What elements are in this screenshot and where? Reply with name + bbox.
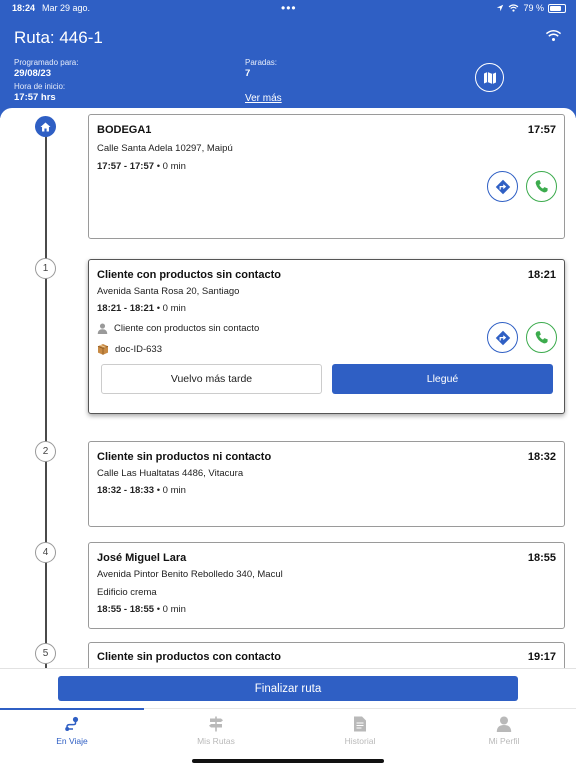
status-bar: 18:24 Mar 29 ago. ••• 79 %: [0, 0, 576, 18]
scheduled-label: Programado para:: [14, 58, 79, 67]
person-icon: [496, 716, 512, 732]
tab-label: Mi Perfil: [488, 736, 520, 746]
range-value: 18:32 - 18:33: [97, 485, 155, 496]
tab-mi-perfil[interactable]: Mi Perfil: [432, 709, 576, 754]
document-icon: [354, 716, 366, 732]
stop-card[interactable]: Cliente sin productos con contacto 19:17: [88, 642, 565, 668]
duration-value: • 0 min: [156, 161, 186, 172]
stop-name: Cliente sin productos con contacto: [97, 651, 281, 663]
contact-line: Cliente con productos sin contacto: [97, 323, 259, 334]
bottom-bar: Finalizar ruta En Viaje Mis Rutas Histor…: [0, 668, 576, 768]
status-date: Mar 29 ago.: [42, 3, 91, 13]
stop-address: Avenida Pintor Benito Rebolledo 340, Mac…: [97, 569, 283, 580]
signpost-icon: [209, 716, 223, 732]
duration-value: • 0 min: [156, 303, 186, 314]
stop-time-range: 17:57 - 17:57 • 0 min: [97, 161, 186, 172]
stop-card[interactable]: José Miguel Lara 18:55 Avenida Pintor Be…: [88, 542, 565, 629]
stop-marker-5: 5: [35, 643, 56, 664]
stop-marker-1: 1: [35, 258, 56, 279]
navigate-button[interactable]: [487, 171, 518, 202]
stop-name: Cliente con productos sin contacto: [97, 269, 281, 281]
stop-time-range: 18:55 - 18:55 • 0 min: [97, 604, 186, 615]
app-screen: 18:24 Mar 29 ago. ••• 79 % Ruta: 446-1 P…: [0, 0, 576, 768]
stop-name: BODEGA1: [97, 124, 152, 136]
stop-marker-4: 4: [35, 542, 56, 563]
range-value: 17:57 - 17:57: [97, 161, 155, 172]
route-icon: [65, 716, 79, 731]
home-marker: [35, 116, 56, 137]
battery-icon: [548, 3, 566, 13]
see-more-link[interactable]: Ver más: [245, 93, 282, 104]
directions-icon: [495, 179, 510, 194]
multitask-dots[interactable]: •••: [281, 1, 297, 15]
arrived-button[interactable]: Llegué: [332, 364, 553, 394]
battery-percentage: 79 %: [523, 3, 544, 13]
duration-value: • 0 min: [156, 604, 186, 615]
call-button[interactable]: [526, 171, 557, 202]
route-title: Ruta: 446-1: [14, 28, 103, 47]
call-button[interactable]: [526, 322, 557, 353]
tab-en-viaje[interactable]: En Viaje: [0, 709, 144, 754]
tab-label: Historial: [344, 736, 376, 746]
tab-mis-rutas[interactable]: Mis Rutas: [144, 709, 288, 754]
stops-label: Paradas:: [245, 58, 278, 67]
home-icon: [40, 121, 51, 132]
phone-icon: [535, 180, 548, 193]
timeline-line: [45, 128, 47, 668]
stop-time: 18:21: [527, 269, 556, 281]
tab-label: Mis Rutas: [197, 736, 235, 746]
document-id: doc-ID-633: [115, 343, 162, 355]
stop-name: Cliente sin productos ni contacto: [97, 451, 272, 463]
tab-historial[interactable]: Historial: [288, 709, 432, 754]
start-value: 17:57 hrs: [14, 92, 56, 103]
come-back-later-button[interactable]: Vuelvo más tarde: [101, 364, 322, 394]
stop-time: 19:17: [527, 651, 556, 663]
range-value: 18:21 - 18:21: [97, 303, 155, 314]
header: 18:24 Mar 29 ago. ••• 79 % Ruta: 446-1 P…: [0, 0, 576, 118]
person-icon: [97, 323, 108, 334]
map-button[interactable]: [475, 63, 504, 92]
navigate-button[interactable]: [487, 322, 518, 353]
stop-card-active[interactable]: Cliente con productos sin contacto 18:21…: [88, 259, 565, 414]
stop-time: 18:32: [527, 451, 556, 463]
stops-list[interactable]: BODEGA1 17:57 Calle Santa Adela 10297, M…: [0, 108, 576, 668]
stop-time-range: 18:21 - 18:21 • 0 min: [97, 303, 186, 314]
stop-address: Calle Las Hualtatas 4486, Vitacura: [97, 468, 244, 479]
stop-card-warehouse[interactable]: BODEGA1 17:57 Calle Santa Adela 10297, M…: [88, 114, 565, 239]
stop-card[interactable]: Cliente sin productos ni contacto 18:32 …: [88, 441, 565, 527]
stop-address: Avenida Santa Rosa 20, Santiago: [97, 286, 240, 297]
phone-icon: [535, 331, 548, 344]
document-line: doc-ID-633: [97, 343, 162, 355]
status-indicators: 79 %: [496, 3, 566, 13]
home-indicator[interactable]: [192, 759, 384, 763]
wifi-icon: [545, 30, 562, 42]
stop-marker-2: 2: [35, 441, 56, 462]
duration-value: • 0 min: [156, 485, 186, 496]
stop-note: Edificio crema: [97, 587, 157, 598]
range-value: 18:55 - 18:55: [97, 604, 155, 615]
stop-name: José Miguel Lara: [97, 552, 187, 564]
directions-icon: [495, 330, 510, 345]
stop-time-range: 18:32 - 18:33 • 0 min: [97, 485, 186, 496]
tab-bar: En Viaje Mis Rutas Historial Mi Perfil: [0, 708, 576, 753]
tab-label: En Viaje: [56, 736, 88, 746]
wifi-status-icon: [509, 4, 519, 12]
scheduled-value: 29/08/23: [14, 68, 51, 79]
map-icon: [483, 71, 496, 84]
package-icon: [97, 344, 109, 355]
start-label: Hora de inicio:: [14, 82, 66, 91]
contact-text: Cliente con productos sin contacto: [114, 323, 260, 334]
status-time: 18:24: [12, 3, 36, 13]
stop-time: 18:55: [527, 552, 556, 564]
stop-address: Calle Santa Adela 10297, Maipú: [97, 143, 233, 154]
stops-value: 7: [245, 68, 251, 79]
stop-time: 17:57: [527, 124, 556, 136]
finish-route-button[interactable]: Finalizar ruta: [58, 676, 518, 701]
location-arrow-icon: [497, 4, 504, 12]
